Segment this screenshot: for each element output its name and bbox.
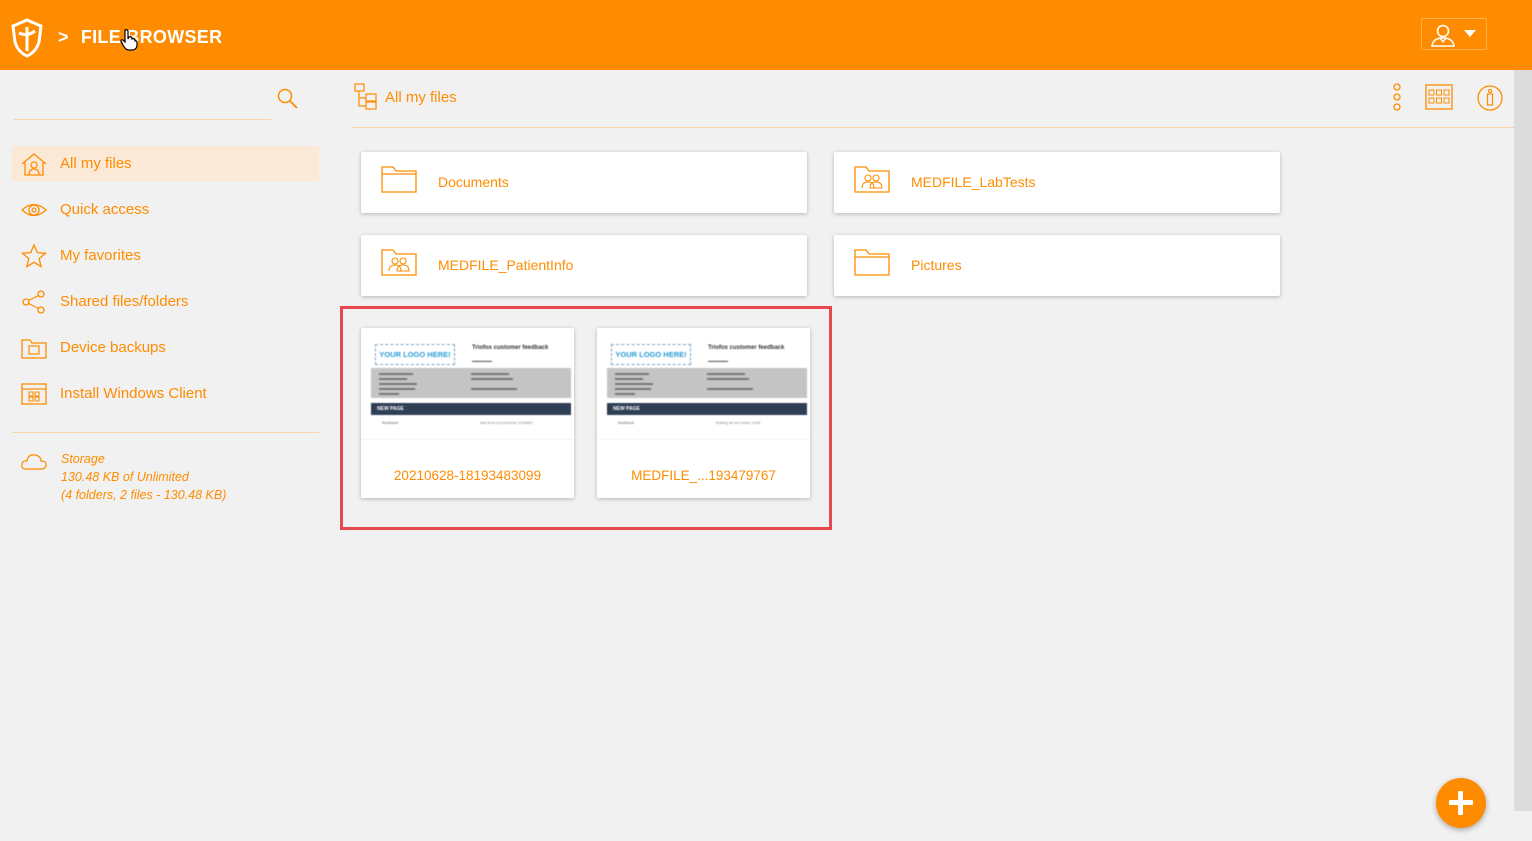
- thumb-row-label: feedback: [618, 420, 635, 425]
- sidebar-item-label: Device backups: [60, 339, 166, 356]
- storage-title: Storage: [61, 452, 105, 466]
- window-client-icon: [21, 383, 47, 405]
- thumb-logo: YOUR LOGO HERE!: [375, 344, 455, 365]
- user-menu-button[interactable]: [1421, 18, 1487, 50]
- share-icon: [22, 290, 45, 314]
- current-folder-title: All my files: [385, 89, 457, 106]
- search-icon[interactable]: [276, 87, 300, 111]
- shared-folder-icon: [854, 166, 890, 193]
- info-icon[interactable]: [1476, 84, 1504, 112]
- user-icon: [1431, 24, 1455, 47]
- breadcrumb-separator: >: [58, 27, 69, 47]
- sidebar-item-install-windows-client[interactable]: Install Windows Client: [12, 376, 319, 411]
- storage-details: (4 folders, 2 files - 130.48 KB): [61, 488, 227, 502]
- more-options-icon[interactable]: [1390, 83, 1404, 113]
- scrollbar[interactable]: [1514, 70, 1532, 811]
- sidebar-item-label: Shared files/folders: [60, 293, 189, 310]
- backup-folder-icon: [21, 339, 47, 359]
- cloud-icon: [21, 454, 47, 470]
- sidebar-divider: [12, 432, 319, 433]
- sidebar-item-shared[interactable]: Shared files/folders: [12, 284, 319, 319]
- thumb-row-value: test from proceforms 1234567: [480, 420, 534, 425]
- storage-usage: 130.48 KB of Unlimited: [61, 470, 189, 484]
- thumb-number: ▬▬▬▬▬: [708, 358, 728, 363]
- folder-tree-icon[interactable]: [353, 82, 379, 110]
- folder-icon: [381, 166, 417, 193]
- shield-logo-icon[interactable]: [10, 18, 44, 58]
- sidebar-item-my-favorites[interactable]: My favorites: [12, 238, 319, 273]
- file-thumbnail: YOUR LOGO HERE! Triofox customer feedbac…: [598, 329, 809, 440]
- folder-name: Pictures: [911, 257, 962, 273]
- star-icon: [20, 243, 48, 268]
- thumb-logo: YOUR LOGO HERE!: [611, 344, 691, 365]
- thumb-row-value: testing all via mobo 1234: [716, 420, 761, 425]
- folder-card[interactable]: MEDFILE_LabTests: [834, 152, 1280, 213]
- toolbar-divider: [352, 127, 1514, 128]
- sidebar-item-label: All my files: [60, 155, 132, 172]
- shared-folder-icon: [381, 249, 417, 276]
- folder-name: Documents: [438, 174, 509, 190]
- sidebar-item-label: Install Windows Client: [60, 385, 207, 402]
- sidebar-item-quick-access[interactable]: Quick access: [12, 192, 319, 227]
- thumb-number: ▬▬▬▬▬: [472, 358, 492, 363]
- page-title: FILE BROWSER: [80, 27, 223, 47]
- sidebar-item-label: Quick access: [60, 201, 150, 218]
- folder-card[interactable]: Documents: [361, 152, 807, 213]
- add-button[interactable]: [1436, 778, 1486, 828]
- file-name: 20210628-18193483099: [393, 468, 542, 483]
- grid-view-icon[interactable]: [1425, 84, 1453, 110]
- thumb-row-label: feedback: [382, 420, 399, 425]
- file-name: MEDFILE_...193479767: [631, 468, 776, 483]
- thumb-section: NEW PAGE: [607, 403, 807, 415]
- sidebar-item-all-my-files[interactable]: All my files: [12, 146, 319, 181]
- file-card[interactable]: YOUR LOGO HERE! Triofox customer feedbac…: [597, 328, 810, 498]
- file-card[interactable]: YOUR LOGO HERE! Triofox customer feedbac…: [361, 328, 574, 498]
- folder-name: MEDFILE_PatientInfo: [438, 257, 574, 273]
- eye-icon: [21, 203, 47, 217]
- thumb-info-block: [371, 368, 571, 398]
- file-thumbnail: YOUR LOGO HERE! Triofox customer feedbac…: [362, 329, 573, 440]
- sidebar-item-label: My favorites: [60, 247, 141, 264]
- storage-info: Storage 130.48 KB of Unlimited (4 folder…: [61, 450, 226, 504]
- thumb-title: Triofox customer feedback: [708, 345, 785, 351]
- folder-card[interactable]: MEDFILE_PatientInfo: [361, 235, 807, 296]
- home-icon: [21, 153, 47, 176]
- folder-icon: [854, 249, 890, 276]
- thumb-section: NEW PAGE: [371, 403, 571, 415]
- sidebar-item-device-backups[interactable]: Device backups: [12, 330, 319, 365]
- chevron-down-icon: [1464, 30, 1476, 37]
- folder-name: MEDFILE_LabTests: [911, 174, 1036, 190]
- thumb-info-block: [607, 368, 807, 398]
- breadcrumb: > FILE BROWSER: [58, 27, 222, 48]
- folder-card[interactable]: Pictures: [834, 235, 1280, 296]
- thumb-title: Triofox customer feedback: [472, 345, 549, 351]
- search-input[interactable]: [14, 119, 271, 120]
- top-bar: > FILE BROWSER: [0, 0, 1532, 70]
- hand-cursor-icon: [120, 29, 138, 51]
